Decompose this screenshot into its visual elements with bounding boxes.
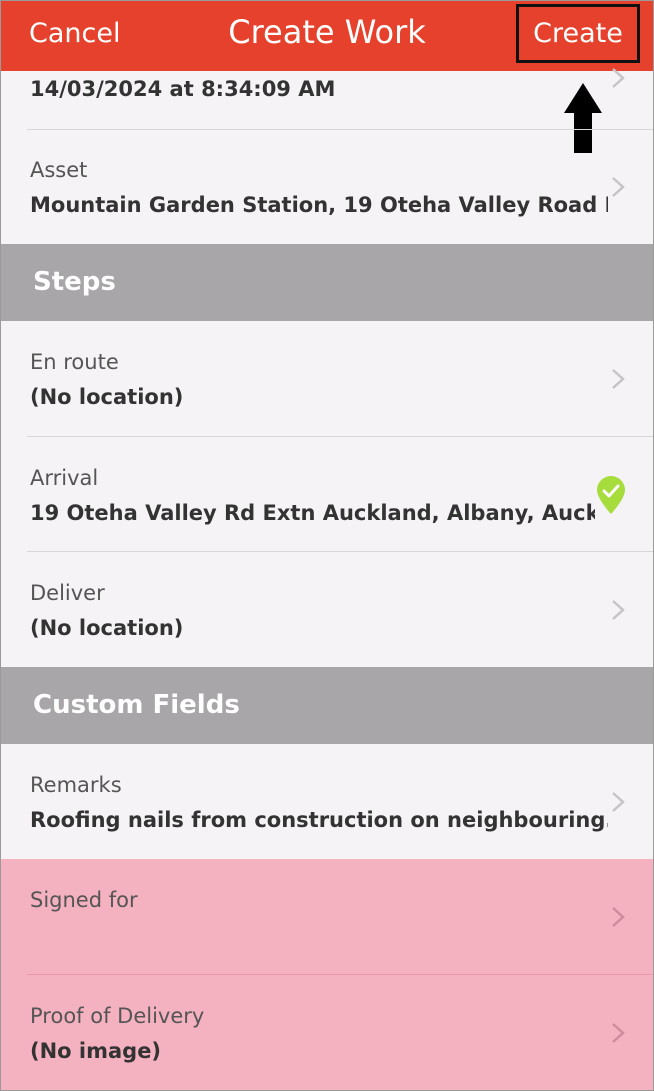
chevron-right-icon	[612, 68, 625, 88]
date-value: 14/03/2024 at 8:34:09 AM	[30, 77, 336, 101]
chevron-right-icon	[612, 1023, 625, 1043]
step-label: Deliver	[30, 581, 105, 605]
date-row[interactable]: 14/03/2024 at 8:34:09 AM	[1, 68, 653, 129]
field-label: Proof of Delivery	[30, 1004, 205, 1028]
asset-row[interactable]: Asset Mountain Garden Station, 19 Oteha …	[1, 130, 653, 244]
custom-field-row-signed-for[interactable]: Signed for	[1, 859, 653, 974]
location-check-icon	[597, 476, 625, 514]
asset-label: Asset	[30, 158, 88, 182]
nav-bar: Cancel Create Work Create	[1, 1, 653, 71]
step-value: (No location)	[30, 616, 184, 640]
step-value: 19 Oteha Valley Rd Extn Auckland, Albany…	[30, 501, 595, 525]
step-row-deliver[interactable]: Deliver (No location)	[1, 552, 653, 667]
field-value: Roofing nails from construction on neigh…	[30, 808, 608, 832]
custom-fields-section-title: Custom Fields	[33, 690, 240, 720]
field-label: Remarks	[30, 773, 122, 797]
chevron-right-icon	[612, 792, 625, 812]
screen: Cancel Create Work Create 14/03/2024 at …	[0, 0, 654, 1091]
step-label: En route	[30, 350, 119, 374]
asset-value: Mountain Garden Station, 19 Oteha Valley…	[30, 193, 608, 217]
chevron-right-icon	[612, 177, 625, 197]
steps-section-header: Steps	[1, 244, 653, 321]
custom-field-row-remarks[interactable]: Remarks Roofing nails from construction …	[1, 744, 653, 859]
chevron-right-icon	[612, 907, 625, 927]
create-button[interactable]: Create	[516, 4, 640, 63]
chevron-right-icon	[612, 600, 625, 620]
step-value: (No location)	[30, 385, 184, 409]
step-row-arrival[interactable]: Arrival 19 Oteha Valley Rd Extn Auckland…	[1, 437, 653, 551]
highlighted-fields-group: Signed for Proof of Delivery (No image)	[1, 859, 653, 1090]
steps-section-title: Steps	[33, 267, 116, 297]
field-value: (No image)	[30, 1039, 162, 1063]
step-row-en-route[interactable]: En route (No location)	[1, 321, 653, 436]
field-label: Signed for	[30, 888, 138, 912]
custom-field-row-proof-of-delivery[interactable]: Proof of Delivery (No image)	[1, 975, 653, 1090]
custom-fields-section-header: Custom Fields	[1, 667, 653, 744]
step-label: Arrival	[30, 466, 99, 490]
chevron-right-icon	[612, 369, 625, 389]
